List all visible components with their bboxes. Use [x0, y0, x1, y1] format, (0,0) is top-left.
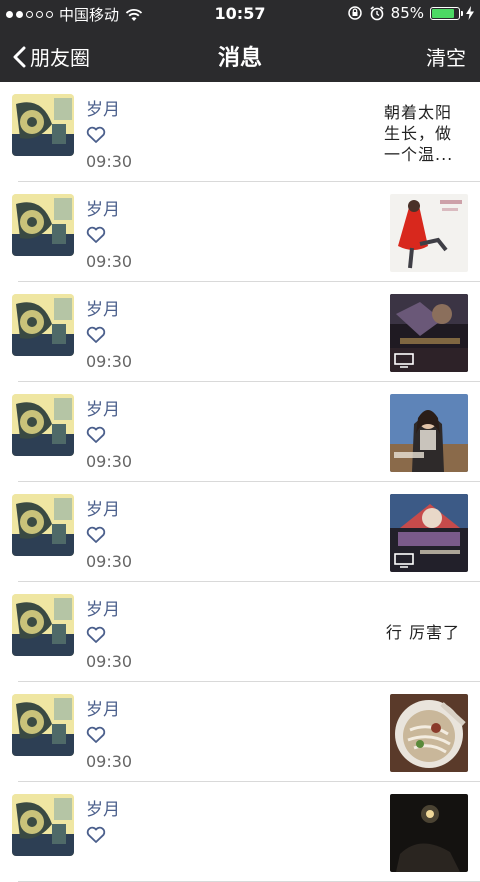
- message-row[interactable]: 岁月 09:30: [0, 282, 480, 382]
- sender-name[interactable]: 岁月: [86, 695, 120, 720]
- alarm-icon: [370, 6, 384, 21]
- sender-name[interactable]: 岁月: [86, 795, 120, 820]
- battery-percent: 85%: [390, 4, 424, 22]
- message-thumbnail[interactable]: [390, 394, 468, 472]
- heart-icon: [86, 726, 106, 743]
- gramophone-avatar-image: [12, 694, 74, 756]
- message-thumbnail[interactable]: [390, 494, 468, 572]
- avatar[interactable]: [12, 294, 74, 356]
- message-thumbnail[interactable]: [390, 694, 468, 772]
- video-icon: [394, 353, 414, 368]
- message-time: 09:30: [86, 352, 133, 371]
- status-bar: 中国移动 10:57 85%: [0, 0, 480, 28]
- message-thumbnail[interactable]: [390, 794, 468, 872]
- sender-name[interactable]: 岁月: [86, 95, 120, 120]
- red-dress-photo: [390, 194, 468, 272]
- message-snippet: 行 厉害了: [385, 623, 460, 642]
- gramophone-avatar-image: [12, 194, 74, 256]
- battery-level-fill: [432, 8, 455, 18]
- message-row[interactable]: 岁月: [0, 782, 480, 882]
- heart-icon: [86, 426, 106, 443]
- avatar[interactable]: [12, 94, 74, 156]
- message-row[interactable]: 岁月 09:30 行 厉害了: [0, 582, 480, 682]
- heart-icon: [86, 326, 106, 343]
- navigation-bar: 朋友圈 消息 清空: [0, 28, 480, 82]
- message-time: 09:30: [86, 752, 133, 771]
- message-row[interactable]: 岁月 09:30: [0, 482, 480, 582]
- message-time: 09:30: [86, 452, 133, 471]
- gramophone-avatar-image: [12, 494, 74, 556]
- gramophone-avatar-image: [12, 794, 74, 856]
- message-row[interactable]: 岁月 09:30: [0, 382, 480, 482]
- woman-portrait-photo: [390, 394, 468, 472]
- sender-name[interactable]: 岁月: [86, 395, 120, 420]
- sender-name[interactable]: 岁月: [86, 495, 120, 520]
- gramophone-avatar-image: [12, 594, 74, 656]
- avatar[interactable]: [12, 394, 74, 456]
- clear-button[interactable]: 清空: [426, 42, 466, 71]
- message-row[interactable]: 岁月 09:30: [0, 682, 480, 782]
- message-list: 岁月 09:30 朝着太阳生长，做一个温... 岁月 09:30 岁月 09:3…: [0, 82, 480, 882]
- heart-icon: [86, 626, 106, 643]
- message-time: 09:30: [86, 652, 133, 671]
- battery-tip: [461, 10, 463, 16]
- rotation-lock-icon: [347, 6, 362, 20]
- sender-name[interactable]: 岁月: [86, 195, 120, 220]
- avatar[interactable]: [12, 494, 74, 556]
- message-time: 09:30: [86, 252, 133, 271]
- gramophone-avatar-image: [12, 394, 74, 456]
- avatar[interactable]: [12, 694, 74, 756]
- avatar[interactable]: [12, 194, 74, 256]
- charging-bolt-icon: [466, 6, 474, 20]
- sender-name[interactable]: 岁月: [86, 595, 120, 620]
- heart-icon: [86, 226, 106, 243]
- dark-night-photo: [390, 794, 468, 872]
- battery-icon: [430, 6, 463, 20]
- message-time: 09:30: [86, 152, 133, 171]
- heart-icon: [86, 126, 106, 143]
- video-icon: [394, 553, 414, 568]
- message-row[interactable]: 岁月 09:30: [0, 182, 480, 282]
- gramophone-avatar-image: [12, 294, 74, 356]
- gramophone-avatar-image: [12, 94, 74, 156]
- message-snippet: 朝着太阳生长，做一个温...: [384, 103, 454, 164]
- message-time: 09:30: [86, 552, 133, 571]
- heart-icon: [86, 826, 106, 843]
- avatar[interactable]: [12, 794, 74, 856]
- message-row[interactable]: 岁月 09:30 朝着太阳生长，做一个温...: [0, 82, 480, 182]
- message-thumbnail[interactable]: [390, 194, 468, 272]
- avatar[interactable]: [12, 594, 74, 656]
- noodle-bowl-photo: [390, 694, 468, 772]
- message-thumbnail[interactable]: [390, 294, 468, 372]
- sender-name[interactable]: 岁月: [86, 295, 120, 320]
- page-title: 消息: [217, 46, 262, 71]
- status-right: 85%: [347, 4, 474, 22]
- heart-icon: [86, 526, 106, 543]
